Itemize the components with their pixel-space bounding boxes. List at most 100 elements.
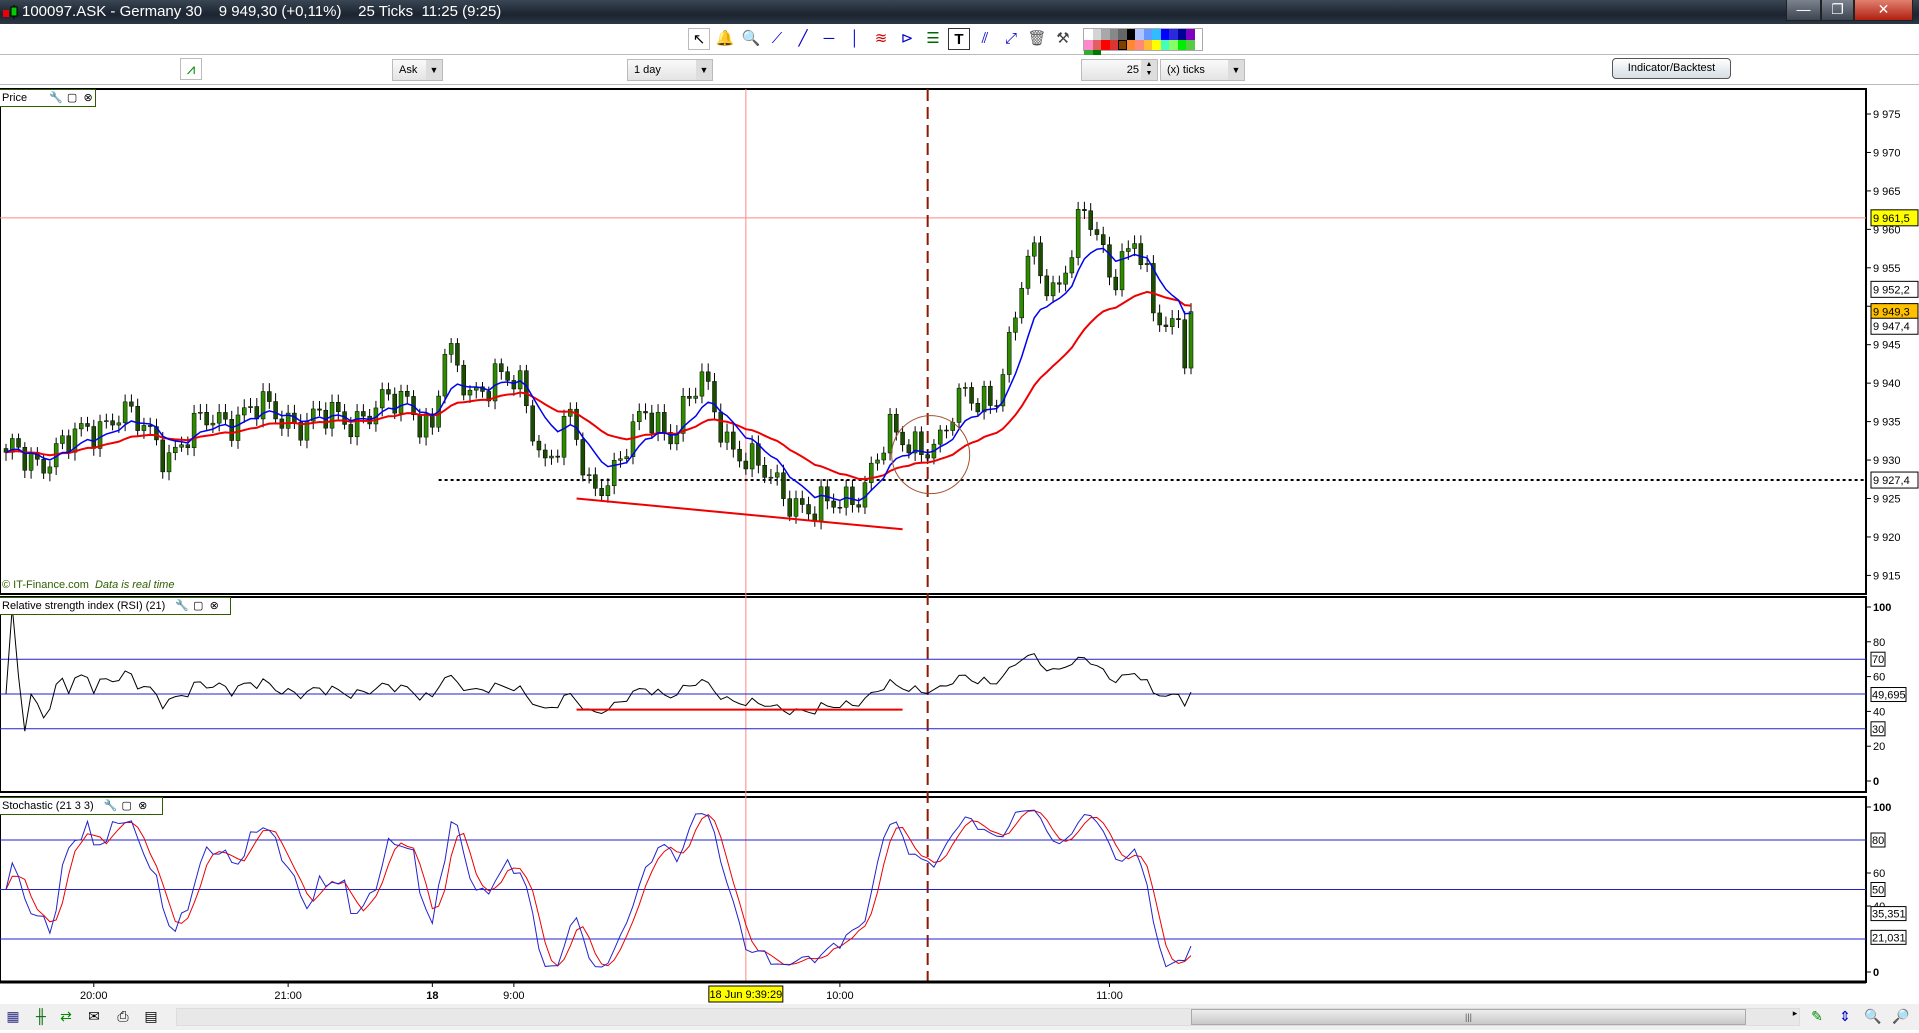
candle-body (894, 413, 899, 433)
rsi-panel-header: Relative strength index (RSI) (21) 🔧 ▢ ⊗ (0, 597, 231, 615)
candle-body (850, 486, 855, 505)
candle-body (988, 385, 993, 406)
candle-body (361, 411, 366, 417)
candle-body (405, 390, 410, 397)
wrench-icon[interactable]: 🔧 (49, 90, 63, 106)
rsi-tick-label: 0 (1873, 776, 1879, 788)
candle-body (1176, 318, 1181, 320)
window-icon[interactable]: ▢ (120, 798, 134, 814)
value-box-label: 9 927,4 (1873, 475, 1910, 487)
candle-body (944, 429, 949, 432)
candle-body (1075, 209, 1081, 258)
candle-body (981, 385, 987, 413)
zoom-in-icon[interactable]: 🔎 (1890, 1008, 1912, 1026)
candle-body (868, 462, 874, 483)
candle-body (1138, 243, 1144, 265)
candle-body (191, 412, 197, 448)
candle-body (774, 472, 780, 478)
candle-body (687, 396, 692, 399)
candle-body (549, 455, 554, 459)
candle-body (624, 456, 629, 460)
candle-body (97, 421, 103, 449)
stochastic-panel-title: Stochastic (21 3 3) (2, 800, 94, 812)
candle-body (273, 401, 278, 420)
price-tick-label: 9 945 (1873, 340, 1901, 352)
chart-area[interactable]: 9 9759 9709 9659 9609 9559 9509 9459 940… (0, 0, 1919, 1004)
candle-body (599, 488, 604, 496)
candle-body (737, 448, 742, 462)
candle-body (781, 472, 786, 499)
candle-body (129, 401, 134, 407)
window-icon[interactable]: ▢ (65, 90, 79, 106)
cursor-time-label: 18 Jun 9:39:29 (709, 989, 782, 1001)
candle-body (693, 395, 698, 399)
candle-body (417, 414, 423, 438)
horizontal-scrollbar[interactable]: ||| (176, 1008, 1800, 1026)
compare-icon[interactable]: ⇄ (55, 1008, 77, 1026)
candle (1075, 201, 1081, 266)
candle-body (1100, 234, 1106, 245)
scrollbar-thumb[interactable]: ||| (1191, 1009, 1746, 1025)
stoch-value-label: 35,351 (1872, 909, 1906, 921)
wrench-icon[interactable]: 🔧 (104, 798, 118, 814)
candle (1182, 311, 1187, 375)
watermark: © IT-Finance.com Data is real time (2, 579, 174, 591)
candle-body (455, 343, 460, 366)
candle-body (198, 411, 203, 414)
price-value-box: 9 952,2 (1870, 280, 1919, 298)
candle-body (85, 423, 90, 427)
candle-body (1126, 248, 1131, 252)
close-panel-icon[interactable]: ⊗ (136, 798, 150, 814)
candle-body (818, 486, 824, 522)
candle-body (969, 387, 974, 404)
candle-body (348, 424, 354, 438)
candle-body (185, 444, 191, 448)
time-tick-label: 9:00 (503, 990, 524, 1002)
price-tick-label: 9 935 (1873, 417, 1901, 429)
candle-body (122, 401, 128, 424)
calendar-icon[interactable]: ▦ (2, 1008, 24, 1026)
rsi-tick-label: 100 (1873, 602, 1891, 614)
stoch-level-label: 80 (1872, 835, 1884, 847)
rsi-tick-label: 20 (1873, 741, 1885, 753)
print-icon[interactable]: ⎙ (112, 1008, 134, 1026)
candle-body (91, 426, 97, 449)
candle-body (705, 371, 711, 382)
save-icon[interactable]: ▤ (140, 1008, 162, 1026)
candle-body (1057, 282, 1062, 285)
candle-body (975, 403, 981, 413)
chart-type-icon[interactable]: ╫ (30, 1008, 52, 1026)
candle-body (1157, 312, 1162, 326)
candle-body (699, 371, 705, 397)
candle (1025, 249, 1031, 295)
candle-body (210, 422, 216, 426)
rsi-tick-label: 60 (1873, 672, 1885, 684)
candle-body (1144, 263, 1150, 265)
candle-body (386, 389, 391, 395)
price-panel-header: Price 🔧 ▢ ⊗ (0, 89, 96, 107)
stoch-level-label: 50 (1872, 885, 1884, 897)
price-tick-label: 9 955 (1873, 263, 1901, 275)
candle-body (718, 411, 724, 443)
candle (1119, 243, 1125, 297)
close-panel-icon[interactable]: ⊗ (81, 90, 95, 106)
candle-body (1032, 242, 1037, 257)
draw-icon[interactable]: ✎ (1806, 1008, 1828, 1026)
candle-body (555, 455, 560, 458)
candle-body (749, 443, 755, 470)
price-tick-label: 9 965 (1873, 186, 1901, 198)
zoom-fit-icon[interactable]: ⇕ (1834, 1008, 1856, 1026)
candle-body (800, 498, 805, 505)
candle-body (223, 412, 228, 420)
candle-body (593, 474, 598, 489)
candle-body (110, 420, 115, 426)
candle-body (831, 500, 836, 508)
close-panel-icon[interactable]: ⊗ (207, 598, 221, 614)
status-bar: ▦ ╫ ⇄ ✉ ⎙ ▤ ◂ ||| ▸ ✎ ⇕ 🔍 🔎 (0, 1004, 1919, 1030)
wrench-icon[interactable]: 🔧 (175, 598, 189, 614)
mail-icon[interactable]: ✉ (83, 1008, 105, 1026)
window-icon[interactable]: ▢ (191, 598, 205, 614)
zoom-out-icon[interactable]: 🔍 (1862, 1008, 1884, 1026)
scroll-right-icon[interactable]: ▸ (1784, 1008, 1806, 1026)
candle-body (242, 407, 247, 416)
